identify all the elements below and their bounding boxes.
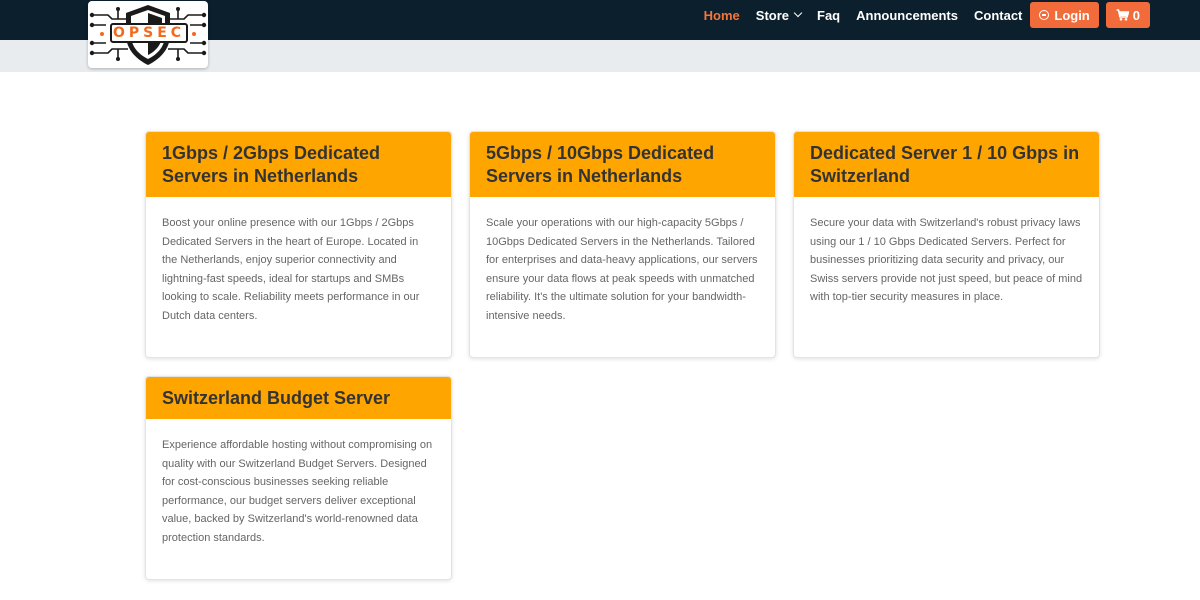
- nav-home[interactable]: Home: [704, 8, 740, 23]
- login-icon: [1039, 10, 1050, 20]
- nav-store-label: Store: [755, 7, 790, 23]
- card-title[interactable]: 5Gbps / 10Gbps Dedicated Servers in Neth…: [470, 132, 775, 197]
- chevron-down-icon: [793, 8, 803, 18]
- card-description: Experience affordable hosting without co…: [162, 439, 433, 544]
- main-nav: Home Store Faq Announcements Contact Log…: [688, 2, 1150, 28]
- cart-button[interactable]: 0: [1105, 2, 1150, 28]
- product-card[interactable]: Switzerland Budget Server Experience aff…: [145, 376, 452, 580]
- product-card[interactable]: 5Gbps / 10Gbps Dedicated Servers in Neth…: [469, 131, 776, 358]
- nav-faq[interactable]: Faq: [817, 8, 840, 23]
- site-logo[interactable]: OPSEC: [88, 1, 208, 68]
- logo-text: OPSEC: [110, 23, 188, 43]
- nav-announcements[interactable]: Announcements: [856, 8, 958, 23]
- card-title[interactable]: Dedicated Server 1 / 10 Gbps in Switzerl…: [794, 132, 1099, 197]
- card-title[interactable]: 1Gbps / 2Gbps Dedicated Servers in Nethe…: [146, 132, 451, 197]
- login-label: Login: [1054, 7, 1090, 23]
- card-title[interactable]: Switzerland Budget Server: [146, 377, 451, 419]
- login-button[interactable]: Login: [1030, 2, 1099, 28]
- card-description: Scale your operations with our high-capa…: [486, 217, 758, 322]
- card-description: Boost your online presence with our 1Gbp…: [162, 217, 420, 322]
- product-card[interactable]: Dedicated Server 1 / 10 Gbps in Switzerl…: [793, 131, 1100, 358]
- product-card[interactable]: 1Gbps / 2Gbps Dedicated Servers in Nethe…: [145, 131, 452, 358]
- shopping-cart-icon: [1116, 9, 1129, 21]
- cart-count: 0: [1132, 7, 1140, 23]
- nav-store[interactable]: Store: [755, 7, 803, 23]
- card-description: Secure your data with Switzerland's robu…: [810, 217, 1083, 303]
- nav-contact[interactable]: Contact: [974, 8, 1022, 23]
